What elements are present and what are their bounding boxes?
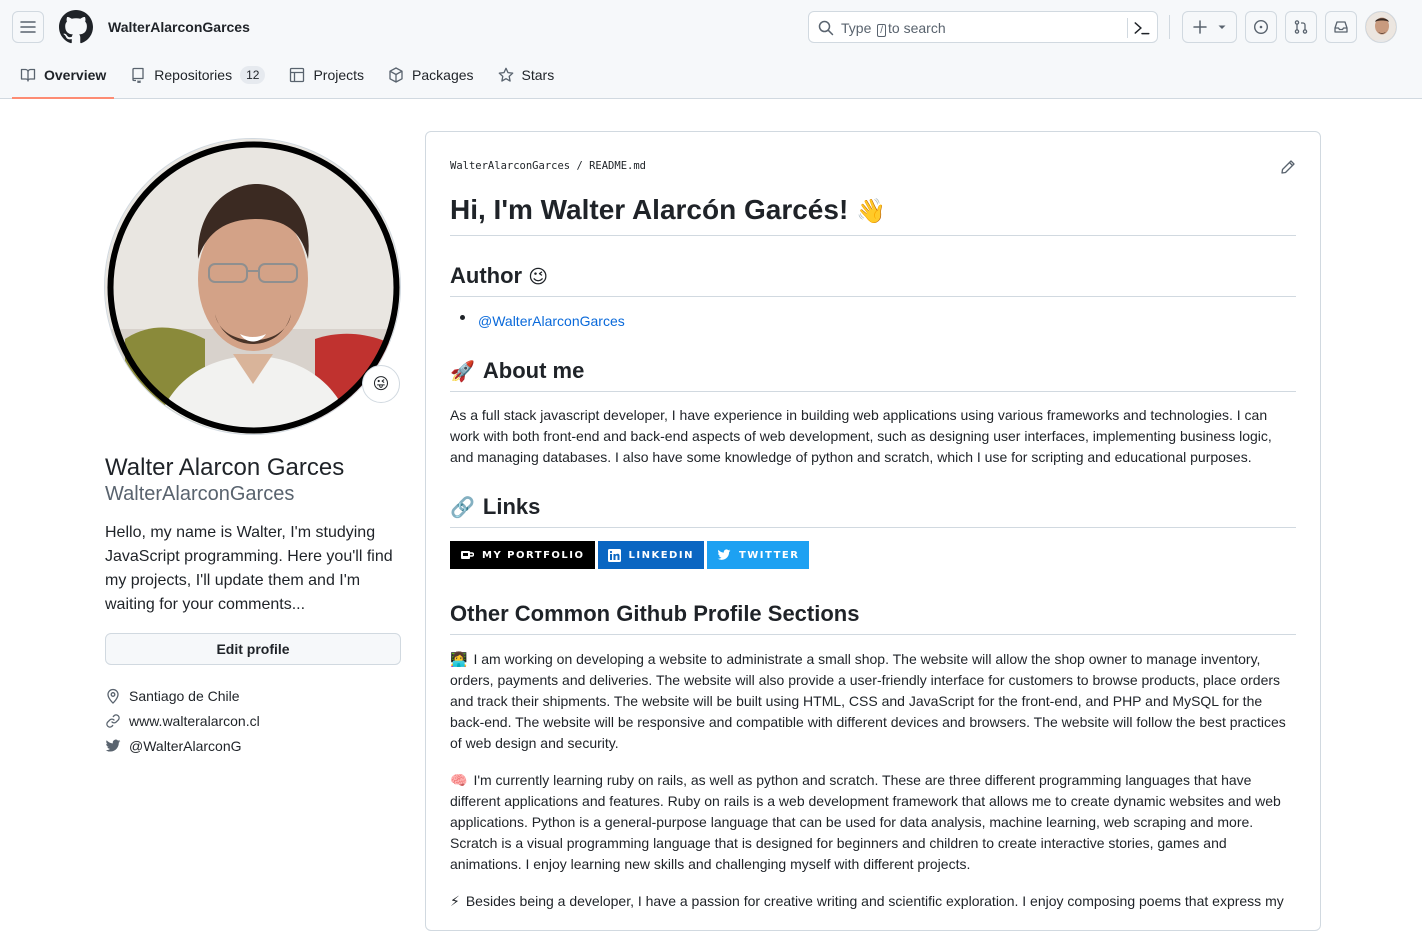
portfolio-badge-label: MY PORTFOLIO <box>482 549 585 561</box>
profile-owner-link[interactable]: WalterAlarconGarces <box>108 19 250 35</box>
breadcrumb-owner[interactable]: WalterAlarconGarces <box>450 160 570 172</box>
profile-username: WalterAlarconGarces <box>105 483 295 505</box>
search-suffix: to search <box>888 20 946 36</box>
lightning-emoji: ⚡ <box>450 893 460 909</box>
working-paragraph: 👩‍💻 I am working on developing a website … <box>450 649 1296 754</box>
passion-text: Besides being a developer, I have a pass… <box>465 893 1284 909</box>
header-divider <box>1169 15 1170 39</box>
links-heading: 🔗 Links <box>450 494 1296 528</box>
tab-repositories-label: Repositories <box>154 67 233 83</box>
tab-stars[interactable]: Stars <box>490 58 563 92</box>
location-icon <box>107 688 119 704</box>
readme-title-text: Hi, I'm Walter Alarcón Garcés! <box>450 194 849 225</box>
tab-repositories[interactable]: Repositories 12 <box>122 58 273 92</box>
twitter-badge-label: TWITTER <box>738 549 800 561</box>
table-icon <box>290 67 305 83</box>
tab-projects[interactable]: Projects <box>281 58 372 92</box>
search-input[interactable]: Type / to search <box>808 11 1158 43</box>
link-emoji: 🔗 <box>450 497 475 519</box>
twitter-icon <box>105 739 121 752</box>
tab-overview-label: Overview <box>44 67 107 83</box>
star-icon <box>498 67 513 82</box>
hamburger-icon <box>20 21 36 33</box>
profile-avatar[interactable] <box>104 138 401 435</box>
inbox-button[interactable] <box>1325 11 1357 43</box>
profile-photo <box>105 139 400 434</box>
pull-request-icon <box>1294 20 1308 34</box>
learning-paragraph: 🧠 I'm currently learning ruby on rails, a… <box>450 770 1296 875</box>
inbox-icon <box>1334 21 1348 33</box>
twitter-bird-icon <box>717 549 731 560</box>
search-divider <box>1127 18 1128 38</box>
linkedin-icon <box>607 548 621 562</box>
user-avatar[interactable] <box>1365 11 1397 43</box>
brain-emoji: 🧠 <box>450 772 468 788</box>
issue-icon <box>1253 19 1269 35</box>
profile-tabs: Overview Repositories 12 Projects Packag… <box>12 58 570 99</box>
working-text: I am working on developing a website to … <box>450 651 1286 751</box>
author-heading: Author 😉 <box>450 263 1296 297</box>
tab-packages-label: Packages <box>412 67 474 83</box>
readme-title: Hi, I'm Walter Alarcón Garcés! 👋 <box>450 194 1296 236</box>
package-icon <box>389 67 403 83</box>
command-palette-icon[interactable] <box>1133 19 1151 37</box>
link-icon <box>106 714 120 728</box>
website-link[interactable]: www.walteralarcon.cl <box>129 713 260 729</box>
search-icon <box>818 20 834 36</box>
repo-icon <box>132 67 144 83</box>
search-prefix: Type <box>841 20 872 36</box>
rocket-emoji: 🚀 <box>450 361 475 383</box>
profile-bio: Hello, my name is Walter, I'm studying J… <box>105 524 393 613</box>
about-heading-text: About me <box>482 358 585 383</box>
portfolio-badge[interactable]: MY PORTFOLIO <box>450 541 595 569</box>
about-heading: 🚀 About me <box>450 358 1296 392</box>
location-text: Santiago de Chile <box>129 688 240 704</box>
edit-profile-button[interactable]: Edit profile <box>105 633 401 665</box>
author-link[interactable]: @WalterAlarconGarces <box>478 311 778 332</box>
issues-button[interactable] <box>1245 11 1277 43</box>
search-shortcut-key: / <box>877 24 887 37</box>
profile-website[interactable]: www.walteralarcon.cl <box>105 713 260 729</box>
profile-twitter[interactable]: @WalterAlarconG <box>105 738 242 754</box>
tab-stars-label: Stars <box>521 67 555 83</box>
tab-projects-label: Projects <box>313 67 365 83</box>
create-new-button[interactable] <box>1182 11 1237 43</box>
plus-icon <box>1192 20 1207 34</box>
app-header: WalterAlarconGarces Type / to search Over… <box>0 0 1422 99</box>
learning-text: I'm currently learning ruby on rails, as… <box>450 772 1281 872</box>
pull-requests-button[interactable] <box>1285 11 1317 43</box>
profile-location: Santiago de Chile <box>105 688 240 704</box>
repositories-count-badge: 12 <box>240 66 266 84</box>
avatar-face-icon <box>1366 12 1396 42</box>
twitter-badge[interactable]: TWITTER <box>706 541 810 569</box>
readme-card: WalterAlarconGarces / README.md Hi, I'm … <box>425 131 1321 931</box>
list-bullet <box>460 315 465 320</box>
readme-breadcrumb: WalterAlarconGarces / README.md <box>450 160 646 172</box>
linkedin-badge[interactable]: LINKEDIN <box>597 541 704 569</box>
search-placeholder: Type / to search <box>841 20 946 37</box>
technologist-emoji: 👩‍💻 <box>450 651 468 667</box>
wink-emoji: 😉 <box>528 267 549 288</box>
linkedin-badge-label: LINKEDIN <box>628 549 694 561</box>
wave-emoji: 👋 <box>856 198 886 225</box>
passion-paragraph: ⚡ Besides being a developer, I have a pas… <box>450 891 1296 912</box>
tab-overview[interactable]: Overview <box>12 58 115 99</box>
breadcrumb-separator: / <box>576 160 583 172</box>
chevron-down-icon <box>1218 25 1225 29</box>
breadcrumb-file[interactable]: README.md <box>589 160 646 172</box>
other-sections-heading: Other Common Github Profile Sections <box>450 601 1296 635</box>
menu-button[interactable] <box>12 11 44 43</box>
profile-full-name: Walter Alarcon Garces <box>105 454 345 481</box>
github-logo-icon[interactable] <box>59 10 93 44</box>
twitter-handle[interactable]: @WalterAlarconG <box>129 738 242 754</box>
tab-packages[interactable]: Packages <box>380 58 481 92</box>
author-heading-text: Author <box>450 263 523 288</box>
status-emoji-button[interactable]: 😜 <box>362 365 400 403</box>
link-badges: MY PORTFOLIO LINKEDIN TWITTER <box>450 541 810 569</box>
pencil-icon[interactable] <box>1280 159 1296 175</box>
portfolio-icon <box>461 551 474 559</box>
book-icon <box>20 68 36 82</box>
about-paragraph: As a full stack javascript developer, I … <box>450 407 1272 465</box>
links-heading-text: Links <box>482 494 541 519</box>
